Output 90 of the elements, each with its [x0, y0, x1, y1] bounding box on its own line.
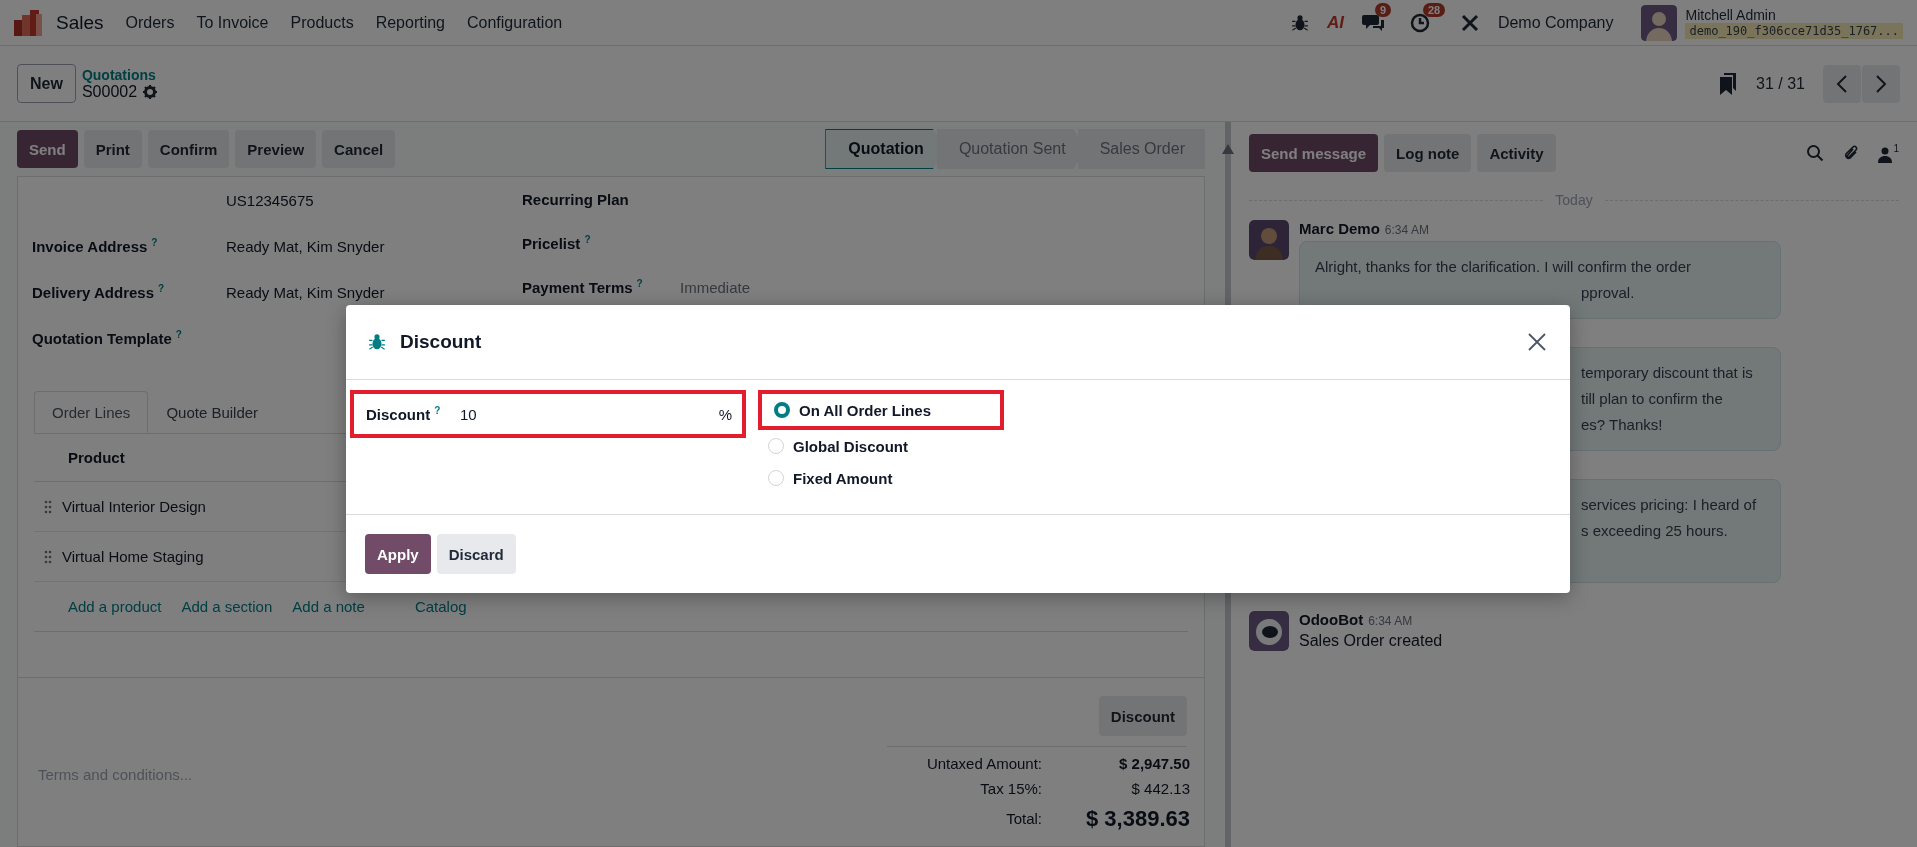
menu-item[interactable]: Products: [290, 13, 354, 32]
action-button[interactable]: Send: [17, 130, 78, 168]
field-value[interactable]: Ready Mat, Kim Snyder: [226, 237, 385, 255]
message-time: 6:34 AM: [1384, 223, 1429, 237]
discount-field[interactable]: Discount $^{?}$ 10 %: [350, 390, 746, 438]
menu-item[interactable]: Reporting: [375, 13, 445, 32]
action-button[interactable]: Cancel: [322, 130, 396, 168]
field-label: Recurring Plan: [522, 190, 630, 208]
pager-value[interactable]: 31 / 31: [1756, 74, 1805, 93]
total-label: Untaxed Amount:: [925, 754, 1042, 774]
bug-icon: [1290, 13, 1309, 32]
new-button[interactable]: New: [17, 64, 76, 103]
chevron-left-icon[interactable]: [1836, 74, 1848, 93]
count-badge: 9: [1374, 2, 1391, 17]
app-logo[interactable]: [14, 9, 44, 36]
clock-icon[interactable]: [1409, 12, 1430, 33]
product-cell[interactable]: Virtual Home Staging: [62, 548, 204, 565]
author-name[interactable]: OdooBot: [1299, 611, 1364, 628]
total-value: $ 2,947.50: [1118, 754, 1190, 774]
add-line-link[interactable]: Add a note: [292, 598, 365, 615]
add-line-link[interactable]: Add a product: [68, 598, 162, 615]
follower-count: 1: [1893, 143, 1899, 154]
discount-button[interactable]: Discount: [1098, 696, 1187, 736]
gear-icon[interactable]: [143, 84, 158, 99]
radio-option[interactable]: On All Order Lines: [758, 390, 1004, 430]
field-label: Pricelist $^{?}$: [522, 234, 592, 252]
next-button[interactable]: [1862, 64, 1900, 103]
company-switcher[interactable]: Demo Company: [1497, 13, 1614, 32]
field-label: Delivery Address $^{?}$: [32, 283, 166, 301]
radio-icon[interactable]: [774, 402, 790, 418]
percent-suffix: %: [718, 405, 732, 423]
status-stage[interactable]: Sales Order: [1077, 129, 1205, 169]
menu-item[interactable]: To Invoice: [196, 13, 269, 32]
field-value[interactable]: US12345675: [226, 191, 314, 209]
action-button[interactable]: Print: [83, 130, 142, 168]
robot-icon[interactable]: [1249, 611, 1289, 651]
menu-item[interactable]: Orders: [125, 13, 175, 32]
field-placeholder[interactable]: Immediate: [680, 278, 751, 296]
action-button[interactable]: Preview: [235, 130, 317, 168]
form-tab[interactable]: Quote Builder: [148, 391, 277, 433]
field-label: Quotation Template $^{?}$: [32, 329, 183, 347]
author-name[interactable]: Marc Demo: [1299, 220, 1380, 237]
field-value[interactable]: Ready Mat, Kim Snyder: [226, 283, 385, 301]
message-time: 6:34 AM: [1368, 614, 1413, 628]
message-text: pproval.: [1580, 283, 1636, 303]
add-line-link[interactable]: Add a section: [181, 598, 273, 615]
add-line-link[interactable]: Catalog: [414, 598, 467, 615]
chatter-button[interactable]: Activity: [1477, 134, 1556, 172]
message-text: Alright, thanks for the clarification. I will confirm the order: [1315, 257, 1692, 277]
total-value: $ 3,389.63: [1085, 805, 1190, 833]
person-icon[interactable]: [1878, 147, 1893, 163]
field-label: Invoice Address $^{?}$: [32, 237, 159, 255]
chatter-button[interactable]: Send message: [1249, 134, 1379, 172]
message-text: es? Thanks!: [1580, 415, 1664, 435]
message-text: temporary discount that is: [1580, 363, 1754, 383]
dialog-button[interactable]: Apply: [365, 534, 431, 574]
field-label: Payment Terms $^{?}$: [522, 278, 644, 296]
drag-handle-icon[interactable]: [44, 499, 52, 514]
field-label: Discount $^{?}$: [366, 405, 442, 423]
dialog-button[interactable]: Discard: [436, 534, 516, 574]
bookmark-icon[interactable]: [1720, 72, 1739, 95]
product-cell[interactable]: Virtual Interior Design: [62, 498, 206, 515]
search-icon[interactable]: [1806, 144, 1825, 162]
drag-handle-icon[interactable]: [44, 549, 52, 564]
message-text: s exceeding 25 hours.: [1580, 521, 1729, 541]
message-text: till plan to confirm the: [1580, 389, 1724, 409]
chat-icon[interactable]: [1361, 12, 1386, 33]
total-value: $ 442.13: [1130, 779, 1190, 799]
message-text: services pricing: I heard of: [1580, 495, 1758, 515]
chatter-button[interactable]: Log note: [1384, 134, 1472, 172]
bug-icon: [368, 333, 386, 351]
total-label: Tax 15%:: [979, 779, 1042, 799]
database-label: demo_190_f306cce71d35_1767...: [1685, 22, 1903, 39]
dialog-title: Discount: [400, 331, 482, 353]
avatar-icon[interactable]: [1641, 4, 1678, 41]
app-name[interactable]: Sales: [56, 11, 104, 34]
menu-item[interactable]: Configuration: [467, 13, 563, 32]
breadcrumb-link[interactable]: Quotations: [81, 66, 158, 83]
chevron-right-icon[interactable]: [1875, 74, 1887, 93]
count-badge: 28: [1422, 2, 1446, 17]
ai-icon[interactable]: AI: [1326, 12, 1344, 33]
user-name[interactable]: Mitchell Admin: [1685, 6, 1903, 23]
action-button[interactable]: Confirm: [147, 130, 230, 168]
scroll-up-icon[interactable]: [1222, 144, 1234, 154]
discount-input[interactable]: 10: [460, 399, 719, 429]
previous-button[interactable]: [1823, 64, 1861, 103]
total-label: Total:: [1005, 809, 1042, 829]
message-text: Sales Order created: [1299, 632, 1444, 650]
record-name: S00002: [81, 82, 138, 101]
form-tab[interactable]: Order Lines: [34, 391, 149, 433]
